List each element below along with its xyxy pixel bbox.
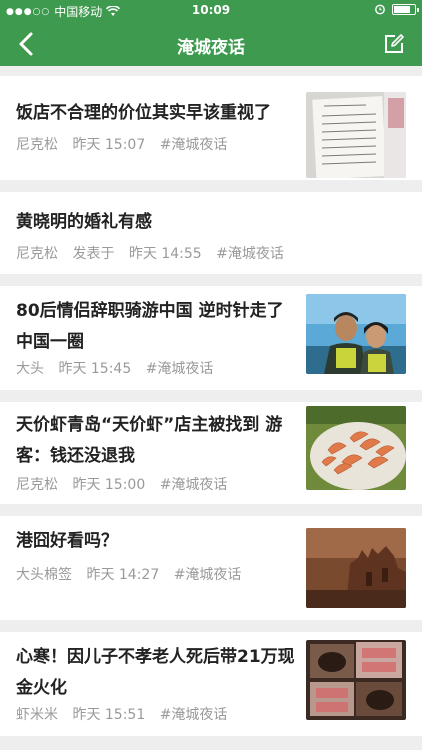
post-author: 虾米米	[16, 707, 58, 723]
post-time: 昨天 14:55	[128, 246, 202, 262]
post-meta: 尼克松 昨天 15:00 #淹城夜话	[16, 474, 237, 494]
divider	[0, 736, 422, 750]
list-item[interactable]: 心寒！因儿子不孝老人死后带21万现金火化 虾米米 昨天 15:51 #淹城夜话	[0, 632, 422, 736]
post-tag[interactable]: #淹城夜话	[160, 707, 228, 723]
thumbnail-ruins	[306, 528, 406, 608]
thumbnail-receipt	[306, 92, 406, 178]
edit-icon[interactable]	[382, 32, 406, 56]
post-prefix: 发表于	[72, 246, 115, 262]
clock: 10:09	[191, 3, 231, 17]
post-time: 昨天 15:00	[72, 477, 146, 493]
nav-bar: 淹城夜话	[0, 22, 422, 66]
list-item[interactable]: 饭店不合理的价位其实早该重视了 尼克松 昨天 15:07 #淹城夜话	[0, 76, 422, 180]
battery-icon	[392, 3, 419, 15]
post-author: 尼克松	[16, 246, 58, 262]
alarm-icon	[375, 4, 385, 15]
thumbnail-cash	[306, 640, 406, 720]
post-time: 昨天 14:27	[86, 567, 160, 583]
status-right	[374, 3, 419, 15]
post-author: 大头	[16, 361, 44, 377]
divider	[0, 620, 422, 632]
page-title: 淹城夜话	[177, 38, 245, 58]
post-list: 饭店不合理的价位其实早该重视了 尼克松 昨天 15:07 #淹城夜话 黄晓明的婚…	[0, 66, 422, 750]
post-title: 港囧好看吗？	[16, 531, 118, 551]
post-tag[interactable]: #淹城夜话	[146, 361, 214, 377]
status-bar: ●●●○○ 中国移动 10:09	[0, 0, 422, 22]
post-meta: 尼克松 发表于 昨天 14:55 #淹城夜话	[16, 243, 294, 263]
list-item[interactable]: 黄晓明的婚礼有感 尼克松 发表于 昨天 14:55 #淹城夜话	[0, 192, 422, 274]
post-title: 饭店不合理的价位其实早该重视了	[16, 103, 271, 123]
post-title: 黄晓明的婚礼有感	[16, 212, 152, 232]
post-tag[interactable]: #淹城夜话	[216, 246, 284, 262]
divider	[0, 66, 422, 76]
thumbnail-shrimp	[306, 406, 406, 490]
post-title: 天价虾青岛“天价虾”店主被找到 游客：钱还没退我	[16, 415, 283, 466]
post-tag[interactable]: #淹城夜话	[160, 137, 228, 153]
post-author: 尼克松	[16, 137, 58, 153]
post-meta: 尼克松 昨天 15:07 #淹城夜话	[16, 134, 237, 154]
thumbnail-couple	[306, 294, 406, 374]
post-meta: 虾米米 昨天 15:51 #淹城夜话	[16, 704, 237, 724]
post-author: 大头棉签	[16, 567, 72, 583]
list-item[interactable]: 天价虾青岛“天价虾”店主被找到 游客：钱还没退我 尼克松 昨天 15:00 #淹…	[0, 402, 422, 504]
post-title: 心寒！因儿子不孝老人死后带21万现金火化	[16, 647, 295, 698]
post-time: 昨天 15:51	[72, 707, 146, 723]
post-time: 昨天 15:45	[58, 361, 132, 377]
list-item[interactable]: 港囧好看吗？ 大头棉签 昨天 14:27 #淹城夜话	[0, 516, 422, 620]
post-tag[interactable]: #淹城夜话	[160, 477, 228, 493]
post-tag[interactable]: #淹城夜话	[174, 567, 242, 583]
divider	[0, 180, 422, 192]
divider	[0, 274, 422, 286]
post-title: 80后情侣辞职骑游中国 逆时针走了中国一圈	[16, 301, 284, 352]
post-meta: 大头棉签 昨天 14:27 #淹城夜话	[16, 564, 251, 584]
post-author: 尼克松	[16, 477, 58, 493]
post-meta: 大头 昨天 15:45 #淹城夜话	[16, 358, 223, 378]
list-item[interactable]: 80后情侣辞职骑游中国 逆时针走了中国一圈 大头 昨天 15:45 #淹城夜话	[0, 286, 422, 390]
divider	[0, 504, 422, 516]
divider	[0, 390, 422, 402]
screen: ●●●○○ 中国移动 10:09 淹城夜话 饭店不合理的价位其实早该重视了 尼克…	[0, 0, 422, 750]
post-time: 昨天 15:07	[72, 137, 146, 153]
